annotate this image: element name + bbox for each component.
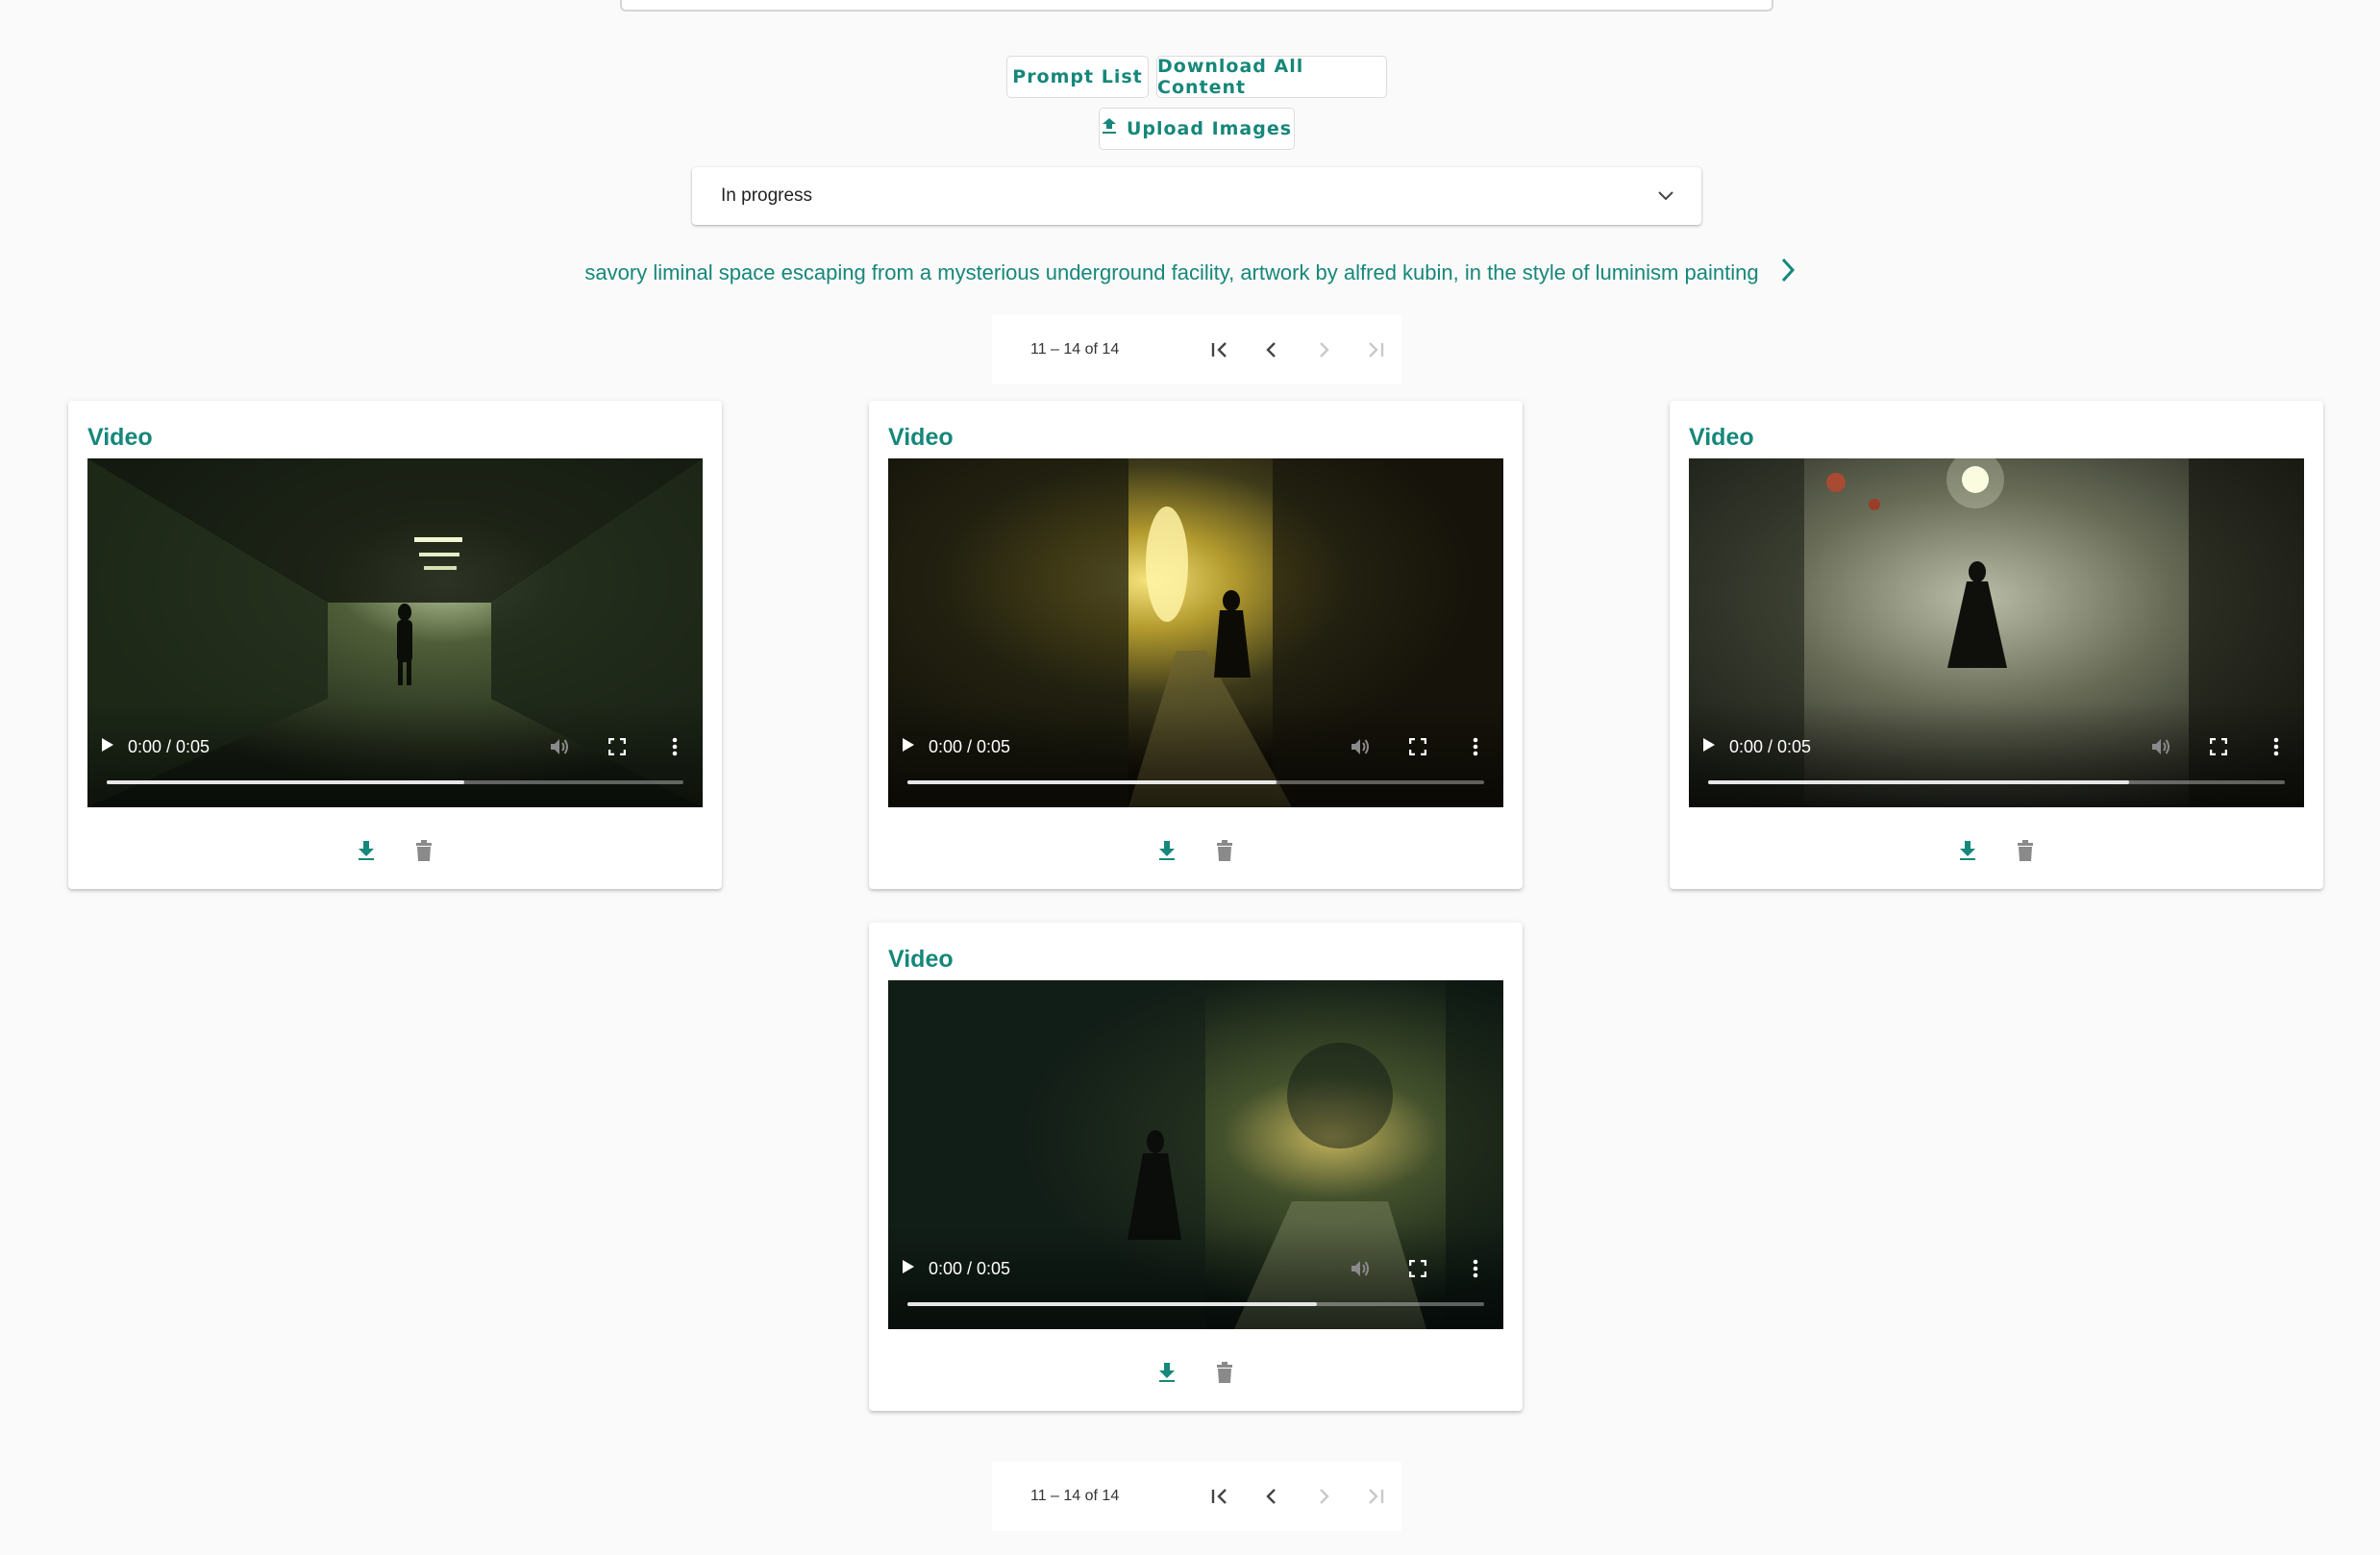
delete-icon[interactable] [1210,1358,1239,1387]
video-time: 0:00 / 0:05 [128,736,211,756]
card-title: Video [87,424,153,451]
prompt-list-label: Prompt List [1012,66,1143,87]
video-controls: 0:00 / 0:05 [888,1254,1503,1283]
more-vert-icon[interactable] [660,732,689,761]
chevron-right-icon[interactable] [1780,258,1796,288]
play-icon[interactable] [1702,737,1716,757]
video-card: Video 0:00 / 0:05 [1670,401,2323,889]
next-page-icon[interactable] [1298,321,1350,379]
download-icon[interactable] [1953,836,1982,865]
fullscreen-icon[interactable] [2204,732,2233,761]
play-icon[interactable] [902,1259,915,1279]
card-actions [1670,831,2323,870]
video-time: 0:00 / 0:05 [1729,736,1812,756]
prompt-input-field[interactable] [620,0,1773,12]
upload-icon [1102,117,1117,140]
video-time: 0:00 / 0:05 [929,1258,1011,1278]
previous-page-icon[interactable] [1246,1468,1298,1525]
download-all-content-button[interactable]: Download All Content [1156,56,1387,98]
video-card: Video 0:00 / 0:05 [869,923,1523,1411]
status-select-value: In progress [721,185,813,206]
paginator-bottom: 11 – 14 of 14 [992,1462,1401,1531]
video-card: Video 0:00 / 0:05 [68,401,722,889]
paginator-range: 11 – 14 of 14 [1030,341,1120,358]
volume-icon[interactable] [1346,732,1375,761]
last-page-icon[interactable] [1350,1468,1401,1525]
card-actions [869,1353,1523,1392]
more-vert-icon[interactable] [1461,732,1490,761]
video-player[interactable]: 0:00 / 0:05 [87,458,703,807]
card-title: Video [888,424,954,451]
play-icon[interactable] [902,737,915,757]
video-player[interactable]: 0:00 / 0:05 [888,980,1503,1329]
status-select[interactable]: In progress [692,167,1701,225]
video-progress-bar[interactable] [907,1302,1484,1306]
video-controls: 0:00 / 0:05 [1689,732,2304,761]
last-page-icon[interactable] [1350,321,1401,379]
play-icon[interactable] [101,737,114,757]
video-player[interactable]: 0:00 / 0:05 [888,458,1503,807]
volume-icon[interactable] [2146,732,2175,761]
download-all-label: Download All Content [1157,56,1304,98]
chevron-down-icon [1657,185,1674,207]
volume-icon[interactable] [1346,1254,1375,1283]
fullscreen-icon[interactable] [603,732,632,761]
delete-icon[interactable] [1210,836,1239,865]
fullscreen-icon[interactable] [1403,732,1432,761]
delete-icon[interactable] [409,836,438,865]
previous-page-icon[interactable] [1246,321,1298,379]
delete-icon[interactable] [2011,836,2040,865]
video-controls: 0:00 / 0:05 [888,732,1503,761]
more-vert-icon[interactable] [1461,1254,1490,1283]
volume-icon[interactable] [545,732,574,761]
video-time: 0:00 / 0:05 [929,736,1011,756]
download-icon[interactable] [352,836,381,865]
video-player[interactable]: 0:00 / 0:05 [1689,458,2304,807]
download-icon[interactable] [1153,836,1181,865]
next-page-icon[interactable] [1298,1468,1350,1525]
more-vert-icon[interactable] [2262,732,2291,761]
prompt-text: savory liminal space escaping from a mys… [584,260,1759,284]
upload-images-button[interactable]: Upload Images [1099,108,1295,150]
card-actions [68,831,722,870]
video-controls: 0:00 / 0:05 [87,732,703,761]
paginator-range: 11 – 14 of 14 [1030,1488,1120,1504]
download-icon[interactable] [1153,1358,1181,1387]
video-progress-bar[interactable] [107,780,683,784]
upload-images-label: Upload Images [1126,118,1293,139]
video-card: Video 0:00 / 0:05 [869,401,1523,889]
card-title: Video [1689,424,1754,451]
first-page-icon[interactable] [1194,321,1246,379]
prompt-list-button[interactable]: Prompt List [1006,56,1149,98]
prompt-row: savory liminal space escaping from a mys… [0,254,2380,292]
paginator-top: 11 – 14 of 14 [992,315,1401,384]
card-title: Video [888,946,954,973]
video-progress-bar[interactable] [1708,780,2285,784]
fullscreen-icon[interactable] [1403,1254,1432,1283]
video-progress-bar[interactable] [907,780,1484,784]
card-actions [869,831,1523,870]
first-page-icon[interactable] [1194,1468,1246,1525]
